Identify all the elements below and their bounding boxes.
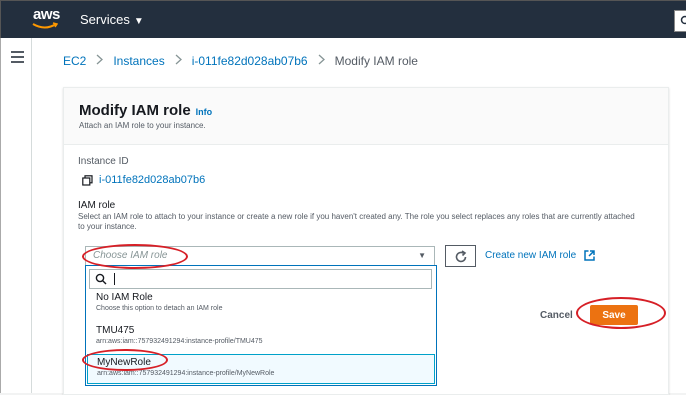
card-header: Modify IAM role Info Attach an IAM role t… bbox=[64, 88, 668, 145]
aws-logo[interactable]: aws bbox=[32, 6, 58, 34]
search-icon bbox=[680, 15, 686, 27]
dropdown-triangle-icon: ▼ bbox=[418, 251, 426, 260]
instance-id-text[interactable]: i-011fe82d028ab07b6 bbox=[99, 174, 205, 186]
breadcrumb-separator-icon bbox=[175, 54, 182, 68]
option-name: No IAM Role bbox=[96, 292, 435, 303]
refresh-icon bbox=[454, 250, 468, 264]
create-iam-role-link[interactable]: Create new IAM role bbox=[485, 250, 595, 261]
instance-id-label: Instance ID bbox=[78, 156, 129, 167]
caret-down-icon: ▼ bbox=[134, 16, 144, 27]
breadcrumb-separator-icon bbox=[318, 54, 325, 68]
page-title-text: Modify IAM role bbox=[79, 102, 191, 119]
text-cursor bbox=[114, 273, 115, 285]
copy-icon[interactable] bbox=[82, 175, 93, 186]
top-nav-bar: aws Services ▼ bbox=[0, 0, 686, 38]
breadcrumb: EC2 Instances i-011fe82d028ab07b6 Modify… bbox=[63, 54, 418, 68]
card-subtitle: Attach an IAM role to your instance. bbox=[79, 121, 206, 130]
hamburger-menu-icon[interactable] bbox=[11, 51, 24, 66]
option-detail: Choose this option to detach an IAM role bbox=[96, 305, 435, 312]
iam-role-description: Select an IAM role to attach to your ins… bbox=[78, 212, 638, 232]
services-menu[interactable]: Services ▼ bbox=[80, 12, 144, 27]
create-iam-role-text[interactable]: Create new IAM role bbox=[485, 250, 576, 261]
annotation-ellipse bbox=[576, 297, 666, 329]
dropdown-option-no-iam-role[interactable]: No IAM Role Choose this option to detach… bbox=[87, 292, 435, 320]
external-link-icon bbox=[584, 250, 595, 261]
search-icon bbox=[95, 273, 107, 285]
breadcrumb-instances[interactable]: Instances bbox=[113, 54, 164, 68]
refresh-button[interactable] bbox=[445, 245, 476, 267]
cancel-button[interactable]: Cancel bbox=[540, 310, 573, 321]
aws-logo-text: aws bbox=[33, 6, 60, 23]
iam-role-label: IAM role bbox=[78, 200, 115, 211]
option-detail: arn:aws:iam::757932491294:instance-profi… bbox=[96, 338, 435, 345]
services-label: Services bbox=[80, 12, 130, 27]
aws-smile-icon bbox=[32, 22, 58, 30]
search-button[interactable] bbox=[674, 10, 686, 32]
option-detail: arn:aws:iam::757932491294:instance-profi… bbox=[97, 370, 434, 377]
annotation-ellipse bbox=[82, 349, 168, 371]
dropdown-search-input[interactable] bbox=[89, 269, 432, 289]
side-nav-strip bbox=[0, 38, 32, 393]
breadcrumb-ec2[interactable]: EC2 bbox=[63, 54, 86, 68]
annotation-ellipse bbox=[82, 244, 188, 269]
page-title: Modify IAM role Info bbox=[79, 102, 212, 119]
breadcrumb-instance-id[interactable]: i-011fe82d028ab07b6 bbox=[192, 54, 308, 68]
breadcrumb-separator-icon bbox=[96, 54, 103, 68]
breadcrumb-current: Modify IAM role bbox=[335, 54, 418, 68]
info-link[interactable]: Info bbox=[196, 107, 213, 117]
option-name: TMU475 bbox=[96, 325, 435, 336]
instance-id-value[interactable]: i-011fe82d028ab07b6 bbox=[82, 174, 205, 186]
